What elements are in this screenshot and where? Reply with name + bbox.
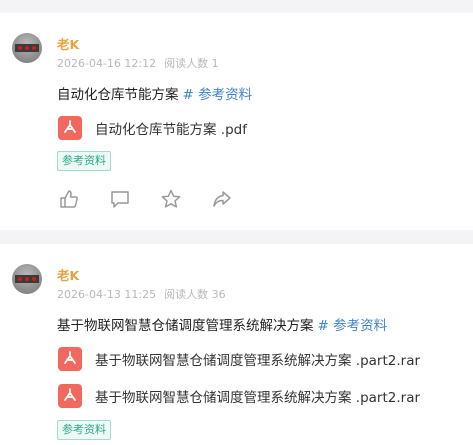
post-title-text: 基于物联网智慧仓储调度管理系统解决方案 (57, 318, 314, 334)
feed-post-card: 老K 2026-04-13 11:25 阅读人数 36 基于物联网智慧仓储调度管理… (0, 244, 473, 445)
author-name[interactable]: 老K (57, 265, 79, 284)
avatar[interactable] (12, 33, 42, 63)
post-title[interactable]: 基于物联网智慧仓储调度管理系统解决方案 # 参考资料 (57, 314, 387, 334)
post-date: 2026-04-16 12:12 (57, 57, 157, 70)
feed-post-card: 老K 2026-04-16 12:12 阅读人数 1 自动化仓库节能方案 # 参考资… (0, 13, 473, 230)
star-icon[interactable] (160, 188, 182, 210)
attachment-name: 基于物联网智慧仓储调度管理系统解决方案 .part2.rar (95, 390, 421, 406)
file-icon (58, 347, 82, 371)
post-title-text: 自动化仓库节能方案 (57, 87, 179, 103)
topic-tag-link[interactable]: # 参考资料 (183, 87, 253, 103)
category-tag-chip[interactable]: 参考资料 (57, 151, 111, 171)
read-count: 阅读人数 1 (164, 57, 219, 70)
avatar[interactable] (12, 264, 42, 294)
attachment-item[interactable]: 自动化仓库节能方案 .pdf (58, 115, 247, 141)
attachment-name: 基于物联网智慧仓储调度管理系统解决方案 .part2.rar (95, 353, 421, 369)
post-meta: 2026-04-16 12:12 阅读人数 1 (57, 55, 219, 71)
post-date: 2026-04-13 11:25 (57, 288, 157, 301)
post-meta: 2026-04-13 11:25 阅读人数 36 (57, 286, 226, 302)
read-count: 阅读人数 36 (164, 288, 226, 301)
file-icon (58, 384, 82, 408)
author-name[interactable]: 老K (57, 34, 79, 53)
pdf-file-icon (58, 116, 82, 140)
attachment-item[interactable]: 基于物联网智慧仓储调度管理系统解决方案 .part2.rar (58, 346, 420, 372)
attachment-name: 自动化仓库节能方案 .pdf (95, 122, 247, 138)
post-title[interactable]: 自动化仓库节能方案 # 参考资料 (57, 83, 252, 103)
share-icon[interactable] (211, 188, 233, 210)
topic-tag-link[interactable]: # 参考资料 (318, 318, 388, 334)
attachment-item[interactable]: 基于物联网智慧仓储调度管理系统解决方案 .part2.rar (58, 383, 420, 409)
thumbs-up-icon[interactable] (58, 188, 80, 210)
comment-icon[interactable] (109, 188, 131, 210)
category-tag-chip[interactable]: 参考资料 (57, 420, 111, 440)
